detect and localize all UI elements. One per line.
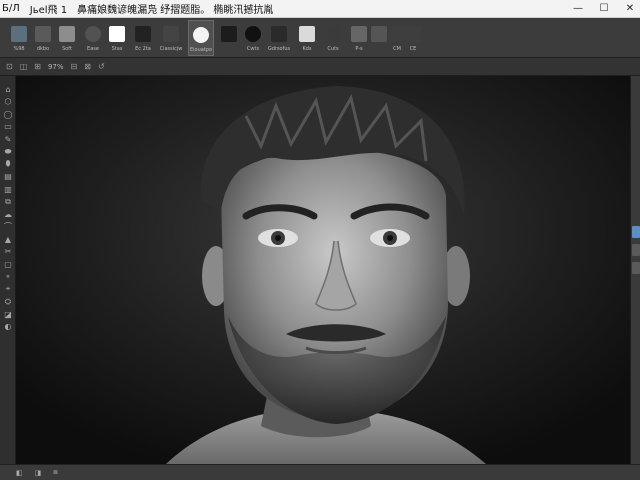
preset-label: Eiouatpo: [189, 47, 213, 53]
image-canvas[interactable]: [16, 76, 630, 464]
title-text: 鼻痛娘魏谚魄漏凫 纾摺题脂。 椭眺汛撼抗胤: [77, 5, 274, 16]
round-brush-icon: [85, 26, 101, 42]
crop-view-icon[interactable]: ⊠: [84, 62, 91, 71]
tool-4-icon[interactable]: ✎: [3, 134, 13, 144]
zoom-out-icon[interactable]: ⊟: [71, 62, 78, 71]
tool-11-icon[interactable]: ⌒: [3, 222, 13, 232]
zoom-level[interactable]: 97%: [48, 63, 64, 71]
preset-4[interactable]: Stas: [104, 20, 130, 56]
tools-panel: ⌂ ⬡ ◯ ▭ ✎ ⬬ ⬮ ▤ ▥ ⧉ ☁ ⌒ ▲ ✂ ▢ ⚬ ⌖ ⛭ ◪ ◐: [0, 76, 16, 464]
preset-label: Kds: [302, 46, 312, 52]
tool-2-icon[interactable]: ◯: [3, 109, 13, 119]
tool-12-icon[interactable]: ▲: [3, 234, 13, 244]
tool-15-icon[interactable]: ⚬: [3, 272, 13, 282]
tool-6-icon[interactable]: ⬮: [3, 159, 13, 169]
preset-1[interactable]: dkbo: [30, 20, 56, 56]
tool-16-icon[interactable]: ⌖: [3, 284, 13, 294]
preset-8[interactable]: [216, 20, 242, 56]
brush-icon: [35, 26, 51, 42]
preset-0[interactable]: %98: [6, 20, 32, 56]
preset-7[interactable]: Eiouatpo: [188, 20, 214, 56]
preset-10[interactable]: Gdrsofus: [266, 20, 292, 56]
fit-view-icon[interactable]: ⊡: [6, 62, 13, 71]
app-title: Б/Л: [2, 3, 20, 14]
preset-label: Ease: [87, 46, 99, 52]
black-circle-icon: [245, 26, 261, 42]
tool-1-icon[interactable]: ⬡: [3, 97, 13, 107]
preset-3[interactable]: Ease: [80, 20, 106, 56]
title-bar: Б/Л Jьel飛 1 鼻痛娘魏谚魄漏凫 纾摺题脂。 椭眺汛撼抗胤 — ☐ ✕: [0, 0, 640, 18]
half-brush-icon: [135, 26, 151, 42]
tool-17-icon[interactable]: ⛭: [3, 297, 13, 307]
tool-8-icon[interactable]: ▥: [3, 184, 13, 194]
tool-14-icon[interactable]: ▢: [3, 259, 13, 269]
minimize-button[interactable]: —: [572, 2, 584, 14]
preset-label: Cuts: [327, 46, 339, 52]
tool-18-icon[interactable]: ◪: [3, 309, 13, 319]
status-bar: ◧ ◨ ⧈: [0, 464, 640, 480]
portrait-image: [16, 76, 630, 464]
preset-label: %98: [13, 46, 25, 52]
tool-10-icon[interactable]: ☁: [3, 209, 13, 219]
panel-tab-history[interactable]: [632, 262, 640, 274]
preset-2[interactable]: Soft: [54, 20, 80, 56]
preset-11[interactable]: Kds: [294, 20, 320, 56]
preset-6[interactable]: Ciassicjw: [158, 20, 184, 56]
preset-16[interactable]: CE: [400, 20, 426, 56]
tool-19-icon[interactable]: ◐: [3, 322, 13, 332]
preset-label: Cwts: [246, 46, 260, 52]
preset-label: Ec 2ta: [135, 46, 151, 52]
document-title: Jьel飛 1: [29, 5, 68, 16]
view-toolbar: ⊡ ◫ ⊞ 97% ⊟ ⊠ ↺: [0, 58, 640, 76]
rotate-icon[interactable]: ↺: [98, 62, 105, 71]
tool-5-icon[interactable]: ⬬: [3, 147, 13, 157]
tool-7-icon[interactable]: ▤: [3, 172, 13, 182]
tool-3-icon[interactable]: ▭: [3, 122, 13, 132]
preset-label: Gdrsofus: [267, 46, 291, 52]
eraser-brush-icon: [299, 26, 315, 42]
tool-c-icon: [405, 26, 421, 42]
square-brush-icon: [109, 26, 125, 42]
pointer-icon: [11, 26, 27, 42]
window-controls: — ☐ ✕: [572, 2, 636, 14]
gradient-brush-icon: [163, 26, 179, 42]
grid-view-icon[interactable]: ⊞: [34, 62, 41, 71]
close-button[interactable]: ✕: [624, 2, 636, 14]
preset-5[interactable]: Ec 2ta: [130, 20, 156, 56]
split-view-icon[interactable]: ◫: [20, 62, 28, 71]
status-icon-a[interactable]: ◧: [16, 469, 23, 477]
preset-label: dkbo: [36, 46, 50, 52]
tool-0-icon[interactable]: ⌂: [3, 84, 13, 94]
soft-brush-icon: [59, 26, 75, 42]
preset-9[interactable]: Cwts: [240, 20, 266, 56]
tool-13-icon[interactable]: ✂: [3, 247, 13, 257]
circle-brush-icon: [193, 27, 209, 43]
preset-label: P-s: [355, 46, 363, 52]
preset-label: CE: [409, 46, 417, 52]
status-icon-b[interactable]: ◨: [35, 469, 42, 477]
preset-12[interactable]: Cuts: [320, 20, 346, 56]
tool-9-icon[interactable]: ⧉: [3, 197, 13, 207]
chalk-brush-icon: [325, 26, 341, 42]
status-icon-c[interactable]: ⧈: [53, 468, 57, 477]
brush-presets-bar: %98 dkbo Soft Ease Stas Ec 2ta Ciassicjw Eiouat…: [0, 18, 640, 58]
maximize-button[interactable]: ☐: [598, 2, 610, 14]
pen-icon: [351, 26, 367, 42]
preset-label: Stas: [111, 46, 123, 52]
preset-label: Ciassicjw: [159, 46, 183, 52]
panel-tab-layers[interactable]: [632, 226, 640, 238]
panel-tab-color[interactable]: [632, 244, 640, 256]
panel-dock: [630, 76, 640, 464]
preset-label: Soft: [62, 46, 72, 52]
ink-brush-icon: [221, 26, 237, 42]
splat-brush-icon: [271, 26, 287, 42]
